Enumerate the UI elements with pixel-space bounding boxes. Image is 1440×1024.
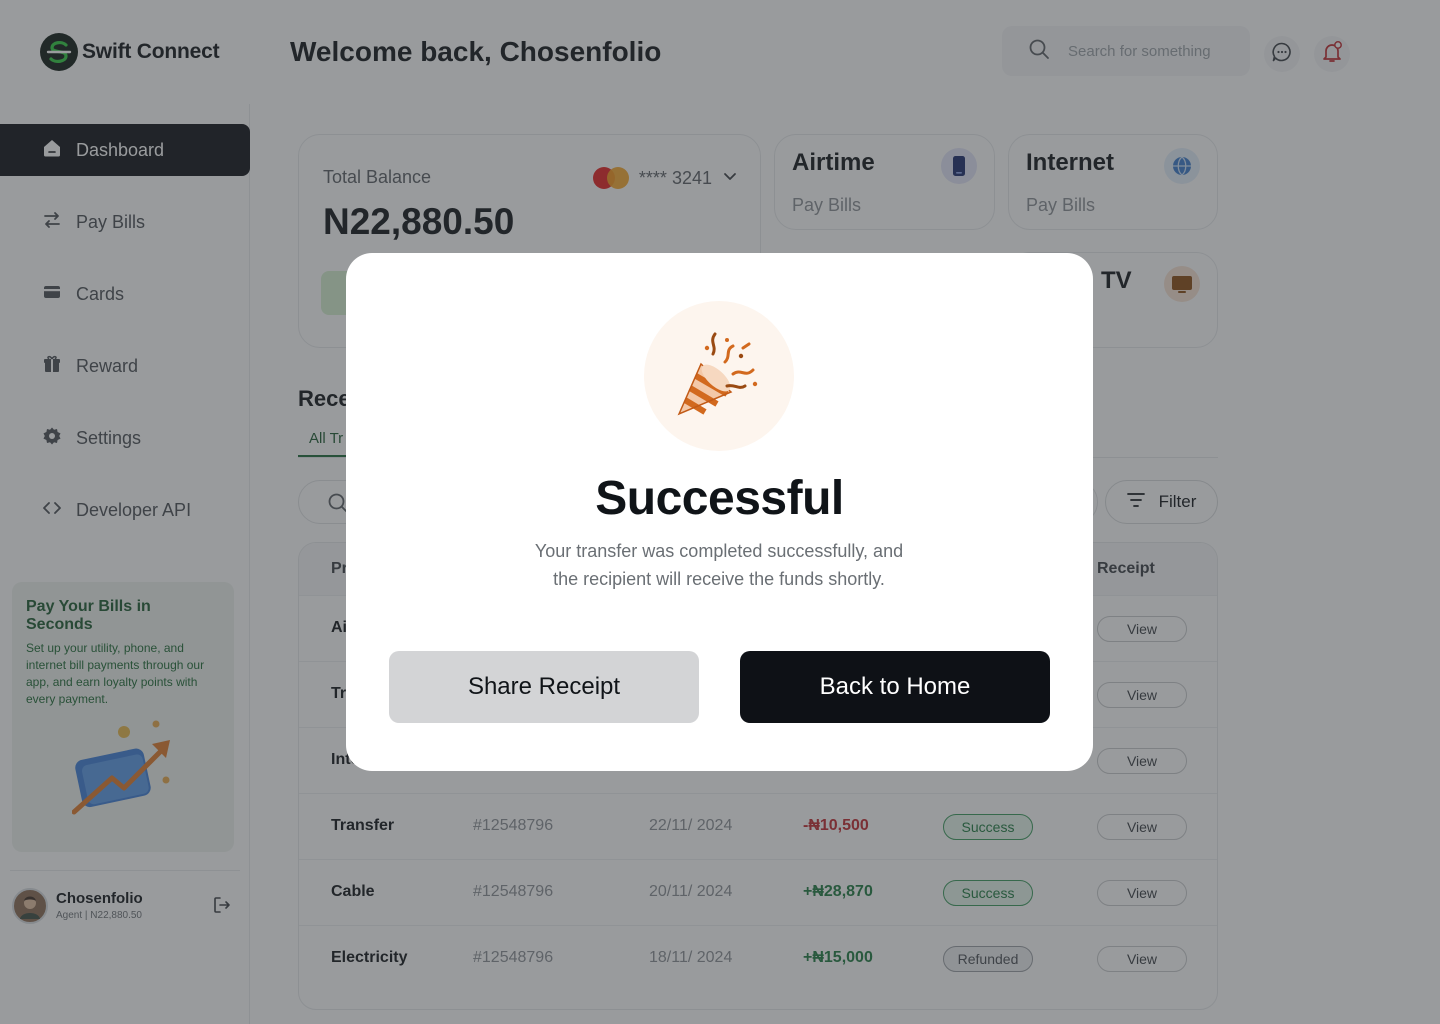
modal-message-line1: Your transfer was completed successfully…: [534, 541, 904, 561]
back-to-home-button[interactable]: Back to Home: [740, 651, 1050, 723]
success-modal: Successful Your transfer was completed s…: [346, 253, 1093, 771]
modal-message: Your transfer was completed successfully…: [509, 537, 929, 593]
share-receipt-button[interactable]: Share Receipt: [389, 651, 699, 723]
modal-message-line2: the recipient will receive the funds sho…: [553, 569, 885, 589]
party-popper-icon: [644, 301, 794, 451]
modal-title: Successful: [595, 472, 844, 525]
